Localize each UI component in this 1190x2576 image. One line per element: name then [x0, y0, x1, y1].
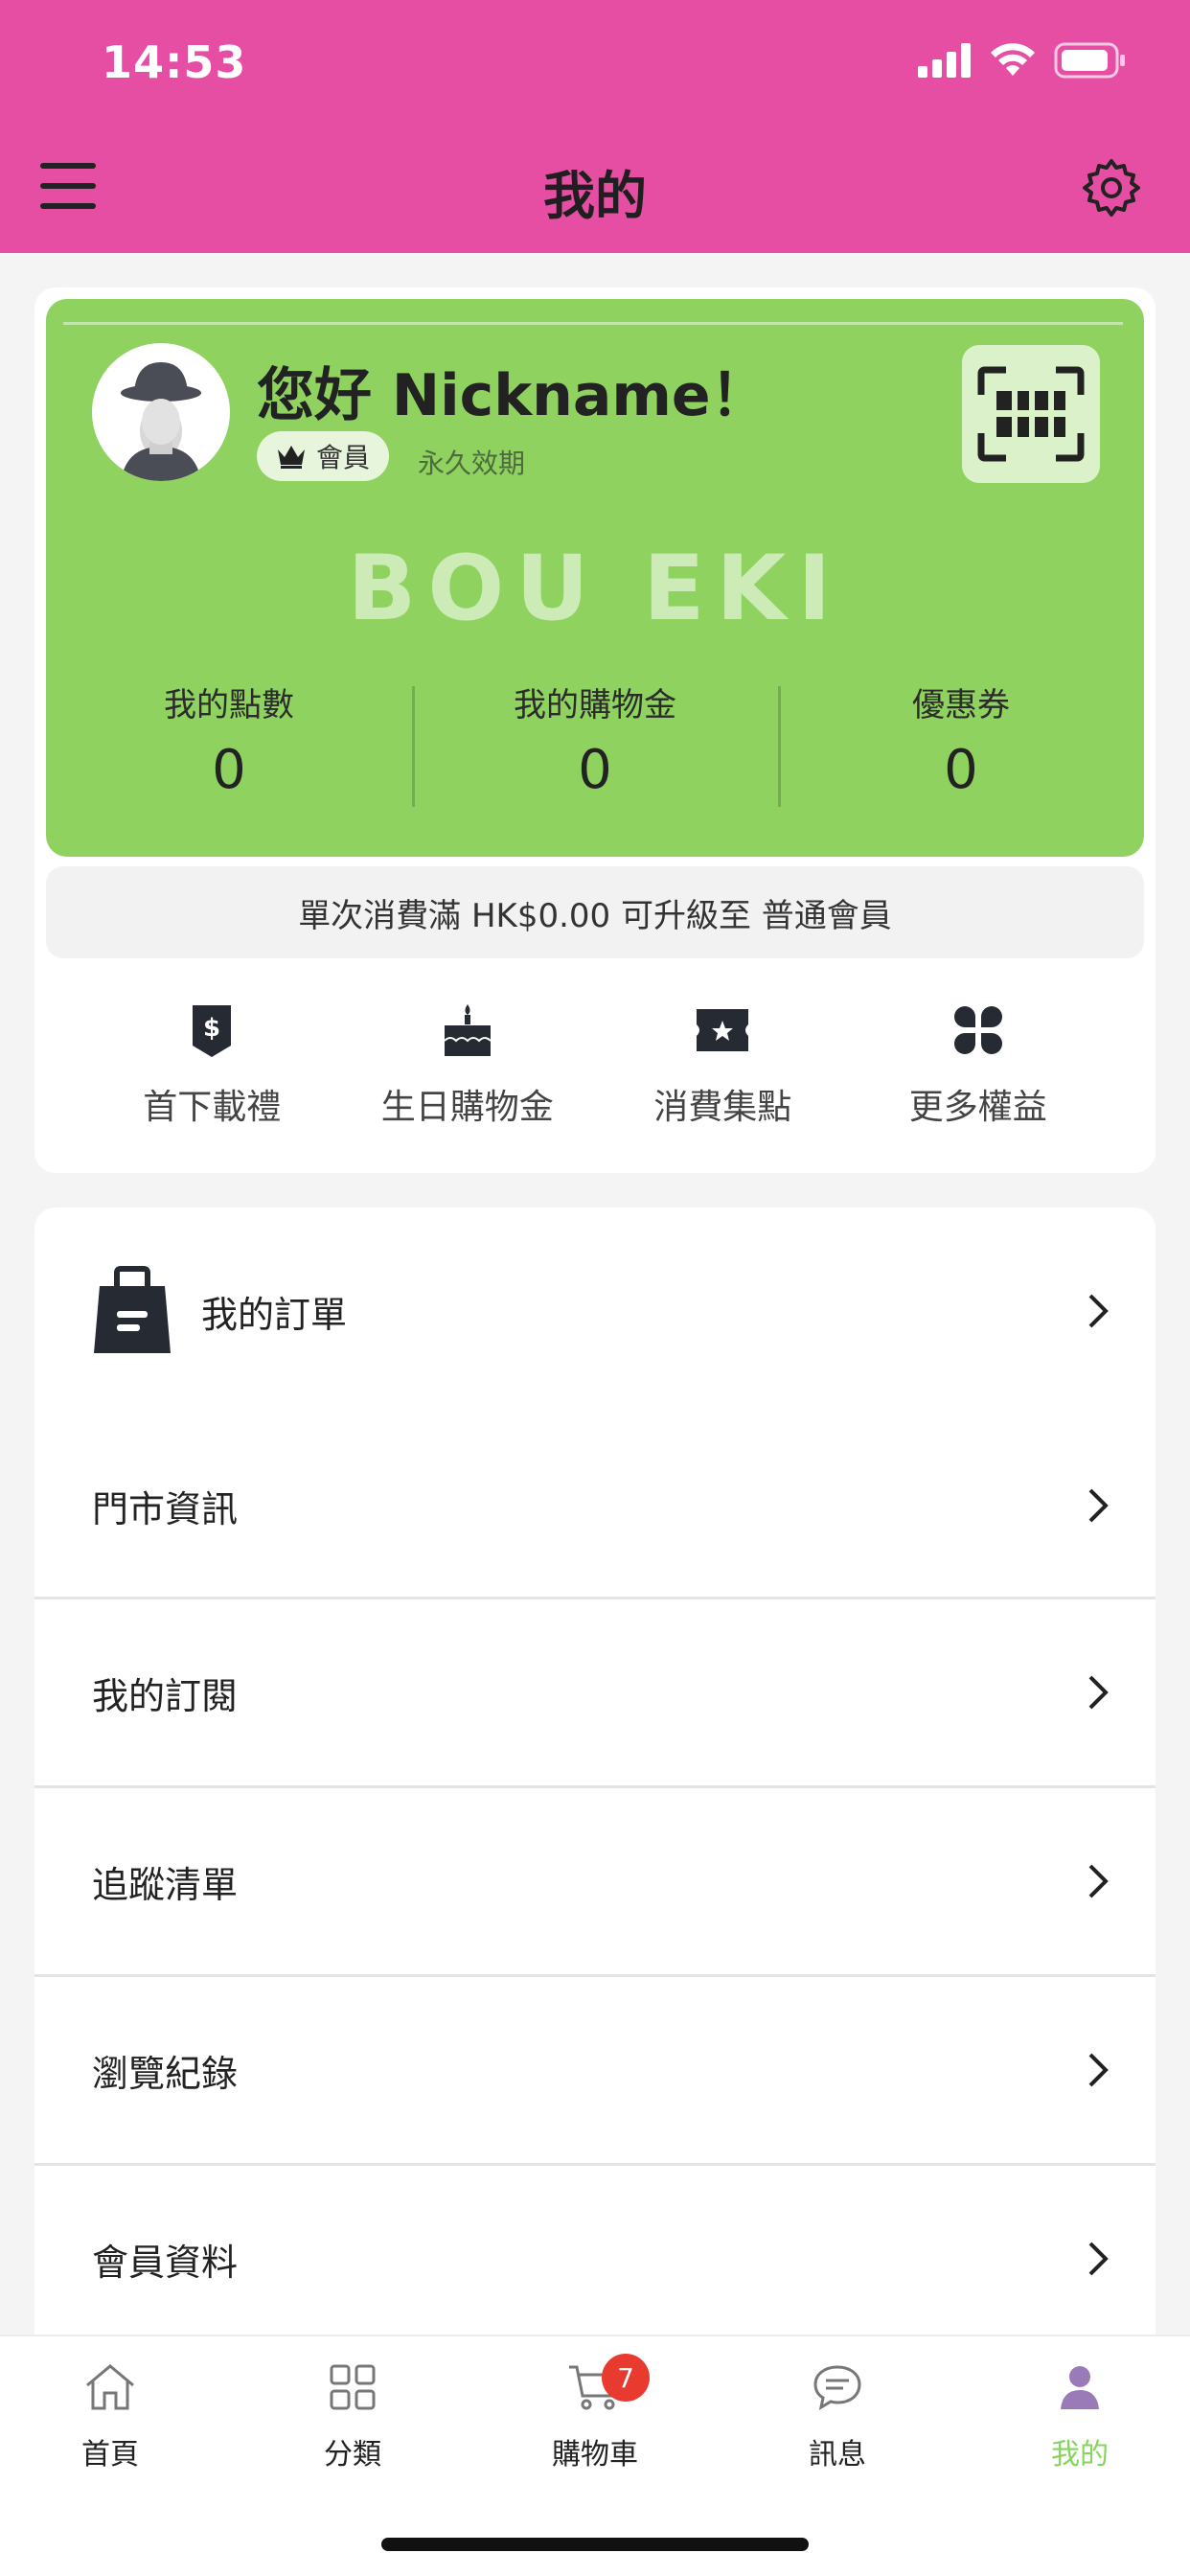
- page-title: 我的: [543, 166, 647, 226]
- upgrade-notice: 單次消費滿 HK$0.00 可升級至 普通會員: [46, 866, 1144, 958]
- chevron-right-icon: [1088, 1675, 1109, 1710]
- home-indicator: [381, 2538, 809, 2551]
- cart-count-badge: 7: [602, 2354, 650, 2402]
- stat-label: 我的點數: [164, 686, 294, 724]
- benefit-label: 首下載禮: [143, 1088, 282, 1127]
- row-label: 會員資料: [92, 2241, 239, 2284]
- tab-label: 首頁: [81, 2438, 139, 2472]
- home-icon: [86, 2364, 134, 2410]
- battery-icon: [1054, 42, 1125, 79]
- my-orders-row[interactable]: 我的訂單: [34, 1208, 1156, 1414]
- member-card[interactable]: 您好 Nickname！ 會員 永久效期 BOU EKI 我的點數 0 我的購物…: [46, 299, 1144, 857]
- tab-label: 訊息: [809, 2438, 866, 2472]
- row-label: 門市資訊: [92, 1487, 239, 1530]
- benefit-points[interactable]: 消費集點: [595, 997, 851, 1129]
- star-ticket-icon: [697, 1009, 749, 1051]
- watchlist-row[interactable]: 追蹤清單: [34, 1788, 1156, 1974]
- avatar-icon: [121, 362, 201, 481]
- store-info-row[interactable]: 門市資訊: [34, 1414, 1156, 1597]
- top-header: 14:53 我的: [0, 0, 1190, 253]
- benefit-label: 生日購物金: [380, 1088, 554, 1127]
- validity-text: 永久效期: [418, 448, 526, 479]
- more-benefits-icon: [953, 1006, 1002, 1054]
- member-section: 您好 Nickname！ 會員 永久效期 BOU EKI 我的點數 0 我的購物…: [34, 288, 1156, 1173]
- download-gift-icon: $: [193, 1005, 232, 1057]
- stat-label: 優惠券: [912, 686, 1010, 724]
- birthday-cake-icon: [444, 1004, 492, 1056]
- points-stat[interactable]: 我的點數 0: [46, 678, 412, 801]
- stat-label: 我的購物金: [514, 686, 676, 724]
- chevron-right-icon: [1088, 1488, 1109, 1523]
- member-profile-row[interactable]: 會員資料: [34, 2166, 1156, 2334]
- shopping-credit-stat[interactable]: 我的購物金 0: [412, 678, 778, 807]
- stat-value: 0: [944, 739, 978, 801]
- menu-list: 我的訂單 門市資訊 我的訂閱 追蹤清單 瀏覽紀錄 會員資料: [34, 1208, 1156, 2334]
- status-time: 14:53: [102, 36, 247, 88]
- tab-label: 購物車: [552, 2438, 638, 2472]
- svg-text:$: $: [203, 1014, 220, 1043]
- row-label: 追蹤清單: [92, 1863, 239, 1906]
- greeting-text: 您好 Nickname！: [257, 362, 768, 429]
- tab-label: 分類: [324, 2438, 381, 2472]
- signal-icon: [918, 43, 971, 78]
- tab-home[interactable]: 首頁: [29, 2354, 192, 2472]
- benefit-more[interactable]: 更多權益: [851, 997, 1107, 1129]
- member-level: 會員: [316, 442, 371, 473]
- benefit-label: 更多權益: [908, 1088, 1047, 1127]
- benefits-row: $ 首下載禮 生日購物金 消費集點 更多權益: [34, 997, 1156, 1129]
- tab-label: 我的: [1051, 2438, 1109, 2472]
- member-badge: 會員: [257, 431, 390, 481]
- grid-icon: [330, 2364, 376, 2410]
- tab-categories[interactable]: 分類: [271, 2354, 434, 2472]
- row-label: 瀏覽紀錄: [92, 2052, 239, 2095]
- chevron-right-icon: [1088, 2242, 1109, 2276]
- chevron-right-icon: [1088, 2053, 1109, 2087]
- tab-me[interactable]: 我的: [998, 2354, 1161, 2472]
- chevron-right-icon: [1088, 1294, 1109, 1328]
- chevron-right-icon: [1088, 1864, 1109, 1898]
- row-label: 我的訂單: [201, 1293, 348, 1336]
- crown-icon: [278, 446, 305, 469]
- tab-cart[interactable]: 7 購物車: [514, 2354, 676, 2472]
- scan-barcode-icon: [977, 366, 1085, 462]
- benefit-label: 消費集點: [653, 1088, 792, 1127]
- browsing-history-row[interactable]: 瀏覽紀錄: [34, 1977, 1156, 2163]
- brand-watermark: BOU EKI: [347, 537, 843, 641]
- stat-value: 0: [578, 739, 612, 801]
- coupons-stat[interactable]: 優惠券 0: [778, 678, 1144, 807]
- qr-code-button[interactable]: [962, 345, 1100, 483]
- stat-value: 0: [212, 739, 246, 801]
- member-stats: 我的點數 0 我的購物金 0 優惠券 0: [46, 678, 1144, 807]
- subscriptions-row[interactable]: 我的訂閱: [34, 1599, 1156, 1785]
- avatar[interactable]: [92, 343, 230, 481]
- user-icon: [1061, 2366, 1099, 2409]
- tab-messages[interactable]: 訊息: [756, 2354, 919, 2472]
- chat-bubble-icon: [813, 2365, 861, 2411]
- row-label: 我的訂閱: [92, 1674, 239, 1717]
- gear-icon[interactable]: [1081, 157, 1142, 218]
- benefit-birthday[interactable]: 生日購物金: [340, 997, 596, 1129]
- status-icons: [918, 42, 1127, 79]
- wifi-icon: [991, 43, 1035, 76]
- shopping-bag-icon: [94, 1266, 171, 1353]
- benefit-download-gift[interactable]: $ 首下載禮: [84, 997, 340, 1129]
